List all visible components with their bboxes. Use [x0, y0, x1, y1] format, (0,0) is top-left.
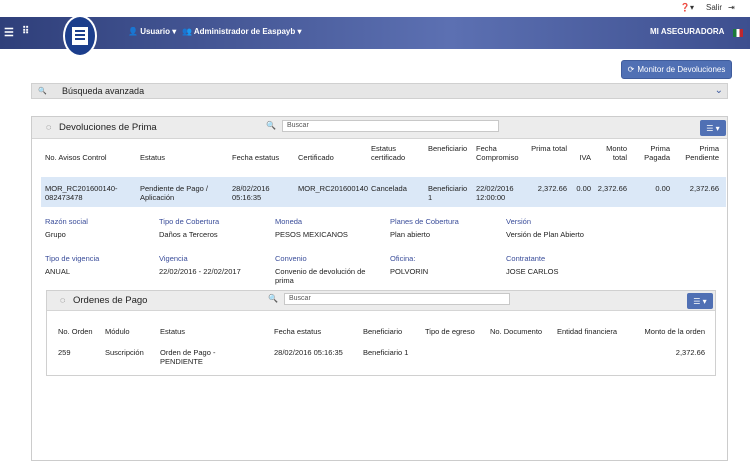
panel-search-input[interactable]: 🔍 Buscar	[266, 120, 499, 132]
detail-label: Contratante	[506, 254, 546, 263]
detail-label: Moneda	[275, 217, 303, 226]
spinner-icon: ◌	[46, 122, 52, 132]
search-icon: 🔍	[38, 88, 47, 95]
chevron-down-icon[interactable]: ⌄	[715, 85, 723, 96]
detail-value: Grupo	[45, 230, 66, 239]
table-header: Fecha estatus	[232, 153, 280, 162]
detail-value: Plan abierto	[390, 230, 431, 239]
table-header: Beneficiario	[428, 144, 468, 153]
ordenes-cell[interactable]: 259	[58, 348, 98, 357]
table-cell: 2,372.66	[689, 184, 719, 193]
detail-label: Oficina:	[390, 254, 416, 263]
ordenes-panel: ◌ Ordenes de Pago 🔍 Buscar ☰ ▾ No. Orden…	[46, 290, 716, 376]
monitor-devoluciones-button[interactable]: ⟳ Monitor de Devoluciones	[621, 60, 732, 79]
table-header: Certificado	[298, 153, 334, 162]
detail-value: Convenio de devolución de prima	[275, 267, 366, 285]
ordenes-header: ◌ Ordenes de Pago 🔍 Buscar ☰ ▾	[47, 291, 715, 311]
refresh-icon: ⟳	[627, 65, 635, 74]
detail-label: Tipo de Cobertura	[159, 217, 220, 226]
table-cell: 0.00	[655, 184, 670, 193]
table-header: Estatus	[140, 153, 166, 162]
table-header: Prima total	[531, 144, 567, 153]
question-icon[interactable]: ❓▾	[680, 3, 694, 12]
detail-label: Planes de Cobertura	[390, 217, 459, 226]
table-header: Estatus certificado	[371, 144, 406, 162]
user-menu-label: Usuario	[140, 27, 170, 36]
table-cell: Pendiente de Pago / Aplicación	[140, 184, 208, 202]
ordenes-header-cell: No. Orden	[58, 327, 93, 336]
company-name: MI ASEGURADORA	[650, 27, 725, 36]
ordenes-cell: Beneficiario 1	[363, 348, 409, 357]
logout-icon[interactable]: ⇥	[728, 3, 735, 12]
busqueda-label: Búsqueda avanzada	[62, 86, 145, 96]
ordenes-header-cell: Beneficiario	[363, 327, 403, 336]
salir-link[interactable]: Salir	[706, 3, 722, 12]
detail-label: Vigencia	[159, 254, 188, 263]
devoluciones-panel: ◌ Devoluciones de Prima 🔍 Buscar ☰ ▾ No.…	[31, 116, 728, 461]
ordenes-cell: 28/02/2016 05:16:35	[274, 348, 343, 357]
table-cell: Beneficiario 1	[428, 184, 468, 202]
ordenes-header-cell: Entidad financiera	[557, 327, 618, 336]
ordenes-menu-button[interactable]: ☰ ▾	[687, 293, 713, 309]
detail-value: POLVORIN	[390, 267, 429, 276]
detail-label: Tipo de vigencia	[45, 254, 100, 263]
app-logo	[63, 15, 97, 57]
ordenes-title: Ordenes de Pago	[73, 295, 148, 306]
detail-label: Razón social	[45, 217, 88, 226]
table-header: Fecha Compromiso	[476, 144, 519, 162]
table-cell: Cancelada	[371, 184, 407, 193]
ordenes-search-input[interactable]: 🔍 Buscar	[268, 293, 510, 305]
detail-value: 22/02/2016 - 22/02/2017	[159, 267, 241, 276]
admin-menu-label: Administrador de Easpayb	[193, 27, 296, 36]
ordenes-cell: Orden de Pago - PENDIENTE	[160, 348, 216, 366]
search-placeholder: Buscar	[289, 295, 311, 302]
table-header: Monto total	[606, 144, 627, 162]
ordenes-header-cell: Estatus	[160, 327, 186, 336]
ordenes-header-cell: Fecha estatus	[274, 327, 322, 336]
table-cell: 28/02/2016 05:16:35	[232, 184, 270, 202]
panel-menu-button[interactable]: ☰ ▾	[700, 120, 726, 136]
panel-title: Devoluciones de Prima	[59, 122, 157, 133]
ordenes-header-cell: No. Documento	[490, 327, 543, 336]
table-header: IVA	[579, 153, 591, 162]
busqueda-avanzada-bar[interactable]: 🔍 Búsqueda avanzada ⌄	[31, 83, 728, 99]
table-cell: 0.00	[576, 184, 591, 193]
table-header: No. Avisos Control	[45, 153, 107, 162]
main-navbar: ☰ ⠿ 👤 Usuario ▾ 👥 Administrador de Easpa…	[0, 17, 750, 49]
detail-label: Convenio	[275, 254, 307, 263]
detail-value: Daños a Terceros	[159, 230, 218, 239]
apps-grid-icon[interactable]: ⠿	[22, 26, 29, 37]
ordenes-cell: 2,372.66	[675, 348, 705, 357]
table-cell[interactable]: MOR_RC201600140-082473478	[45, 184, 135, 202]
search-icon: 🔍	[268, 294, 278, 303]
detail-value: JOSE CARLOS	[506, 267, 559, 276]
ordenes-header-cell: Monto de la orden	[644, 327, 705, 336]
table-header: Prima Pagada	[644, 144, 670, 162]
spinner-icon: ◌	[60, 295, 66, 305]
detail-value: Versión de Plan Abierto	[506, 230, 584, 239]
admin-menu[interactable]: 👥 Administrador de Easpayb ▾	[182, 27, 302, 36]
flag-icon	[733, 29, 743, 37]
ordenes-header-cell: Módulo	[105, 327, 130, 336]
top-utility-bar: ❓▾ Salir ⇥	[0, 0, 750, 17]
detail-label: Versión	[506, 217, 532, 226]
user-menu[interactable]: 👤 Usuario ▾	[128, 27, 176, 36]
search-placeholder: Buscar	[287, 122, 309, 129]
table-cell: 2,372.66	[537, 184, 567, 193]
table-cell: 2,372.66	[597, 184, 627, 193]
table-cell: MOR_RC201600140	[298, 184, 369, 193]
ordenes-cell: Suscripción	[105, 348, 144, 357]
table-cell: 22/02/2016 12:00:00	[476, 184, 514, 202]
ordenes-header-cell: Tipo de egreso	[425, 327, 475, 336]
detail-value: ANUAL	[45, 267, 71, 276]
detail-value: PESOS MEXICANOS	[275, 230, 348, 239]
search-icon: 🔍	[266, 121, 276, 130]
hamburger-icon[interactable]: ☰	[4, 26, 14, 39]
monitor-button-label: Monitor de Devoluciones	[637, 65, 726, 74]
panel-header: ◌ Devoluciones de Prima 🔍 Buscar ☰ ▾	[32, 117, 727, 139]
table-header: Prima Pendiente	[685, 144, 719, 162]
